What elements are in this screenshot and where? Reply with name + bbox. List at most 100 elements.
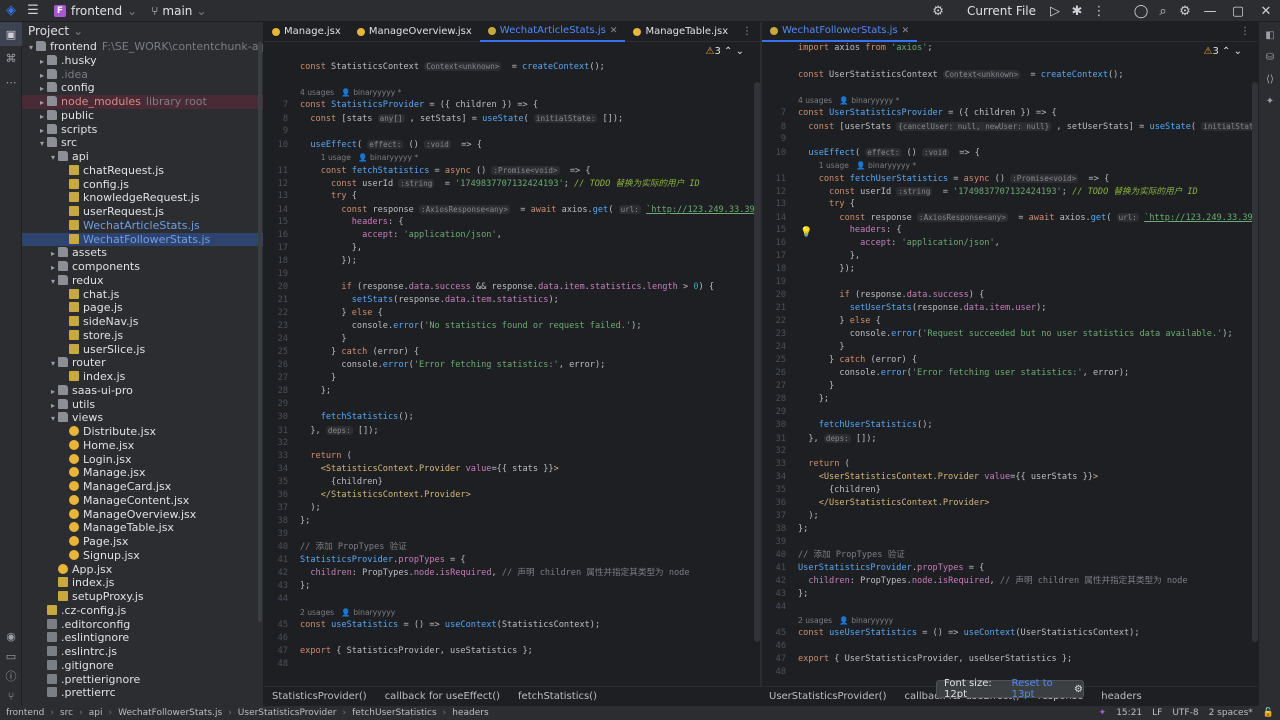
chevron-down-icon[interactable]: ▾ — [48, 275, 58, 288]
code-line[interactable]: 16 accept: 'application/json', — [264, 229, 502, 242]
code-line[interactable]: import axios from 'axios'; — [762, 42, 933, 55]
branch-selector[interactable]: ⑂ main ⌄ — [151, 4, 206, 18]
tree-scrollbar[interactable] — [258, 42, 262, 622]
code-line[interactable]: 20 if (response.data.success) { — [762, 289, 985, 302]
code-line[interactable]: 47 export { UserStatisticsProvider, useUs… — [762, 653, 1073, 666]
indent-setting[interactable]: 2 spaces* — [1209, 708, 1253, 718]
code-line[interactable]: 40// 添加 PropTypes 验证 — [762, 549, 905, 562]
code-line[interactable]: 36 </UserStatisticsContext.Provider> — [762, 497, 990, 510]
tree-item[interactable]: .gitignore — [22, 659, 263, 673]
tree-item[interactable]: ▾ views — [22, 411, 263, 425]
code-with-me-icon[interactable]: ⟨⟩ — [1259, 68, 1280, 90]
code-line[interactable]: 37 ); — [762, 510, 819, 523]
close-icon[interactable]: ✕ — [1252, 0, 1280, 22]
code-line[interactable]: 34 <UserStatisticsContext.Provider value… — [762, 471, 1099, 484]
code-line[interactable]: 15 headers: { — [264, 216, 404, 229]
code-line[interactable]: 23 console.error('Request succeeded but … — [762, 328, 1233, 341]
code-line[interactable]: 43}; — [264, 580, 311, 593]
code-line[interactable]: 46 — [264, 632, 300, 645]
editor-tab[interactable]: WechatFollowerStats.js ✕ — [762, 22, 918, 42]
code-line[interactable]: 42 children: PropTypes.node.isRequired, … — [762, 575, 1188, 588]
tree-item[interactable]: userSlice.js — [22, 343, 263, 357]
main-menu-icon[interactable]: ☰ — [22, 0, 44, 22]
chevron-right-icon[interactable]: ▸ — [37, 124, 47, 137]
chevron-right-icon[interactable]: ▸ — [37, 110, 47, 123]
code-line[interactable]: 36 </StatisticsContext.Provider> — [264, 489, 471, 502]
code-line[interactable]: 32 — [762, 445, 798, 458]
lock-icon[interactable]: 🔓 — [1263, 708, 1274, 718]
code-line[interactable]: 13 try { — [264, 190, 357, 203]
code-line[interactable]: 17 }, — [762, 250, 860, 263]
code-line[interactable]: 16 accept: 'application/json', — [762, 237, 1000, 250]
code-line[interactable]: 4 usages 👤 binaryyyyy * — [264, 86, 401, 99]
code-line[interactable]: 29 — [264, 398, 300, 411]
tree-item[interactable]: Distribute.jsx — [22, 425, 263, 439]
file-encoding[interactable]: UTF-8 — [1172, 708, 1198, 718]
ai-status-icon[interactable]: ✦ — [1099, 708, 1107, 718]
code-line[interactable]: 31 }, deps: []); — [762, 432, 877, 445]
code-line[interactable]: 32 — [264, 437, 300, 450]
code-line[interactable]: 12 const userId :string = '1749837707132… — [264, 177, 700, 190]
code-line[interactable]: 44 — [264, 593, 300, 606]
status-path-item[interactable]: headers — [452, 708, 488, 718]
code-line[interactable]: 27 } — [762, 380, 835, 393]
code-line[interactable]: 4 usages 👤 binaryyyyy * — [762, 94, 899, 107]
code-line[interactable]: 13 try { — [762, 198, 855, 211]
code-line[interactable]: 29 — [762, 406, 798, 419]
tree-item[interactable]: Login.jsx — [22, 453, 263, 467]
ai-assistant-icon[interactable]: ✦ — [1259, 90, 1280, 112]
tree-item[interactable]: Signup.jsx — [22, 549, 263, 563]
tree-item[interactable]: ▸ components — [22, 260, 263, 274]
debug-config-icon[interactable]: ⚙ — [927, 0, 949, 22]
code-line[interactable]: 27 } — [264, 372, 337, 385]
code-line[interactable]: 11 const fetchUserStatistics = async () … — [762, 172, 1109, 185]
status-path-item[interactable]: WechatFollowerStats.js — [118, 708, 222, 718]
code-line[interactable]: 2 usages 👤 binaryyyyy — [762, 614, 893, 627]
tree-item[interactable]: ▸ scripts — [22, 123, 263, 137]
chevron-down-icon[interactable]: ▾ — [26, 41, 36, 54]
minimize-icon[interactable]: — — [1196, 0, 1224, 22]
code-line[interactable]: 14 const response :AxiosResponse<any> = … — [264, 203, 760, 216]
code-line[interactable]: 35 {children} — [762, 484, 881, 497]
status-path-item[interactable]: fetchUserStatistics — [352, 708, 437, 718]
editor-tab[interactable]: ManageTable.jsx — [625, 22, 736, 42]
code-line[interactable] — [762, 55, 798, 68]
code-line[interactable]: 19 — [264, 268, 300, 281]
tree-item[interactable]: page.js — [22, 301, 263, 315]
status-path-item[interactable]: frontend — [6, 708, 44, 718]
tree-item[interactable]: config.js — [22, 178, 263, 192]
tree-item[interactable]: ▸ public — [22, 109, 263, 123]
code-line[interactable]: 41 StatisticsProvider.propTypes = { — [264, 554, 466, 567]
inspection-indicator[interactable]: ⚠3 ⌃ ⌄ — [706, 46, 744, 57]
right-code[interactable]: import axios from 'axios'; const UserStat… — [762, 42, 1258, 686]
chevron-right-icon[interactable]: ▸ — [48, 247, 58, 260]
code-line[interactable]: 26 console.error('Error fetching user st… — [762, 367, 1130, 380]
code-line[interactable]: 1 usage 👤 binaryyyyy * — [762, 159, 916, 172]
tree-item[interactable]: .eslintrc.js — [22, 645, 263, 659]
code-line[interactable]: 30 fetchStatistics(); — [264, 411, 414, 424]
tree-item[interactable]: ▸ saas-ui-pro — [22, 384, 263, 398]
run-icon[interactable]: ▷ — [1044, 0, 1066, 22]
more-icon[interactable]: ⋮ — [1088, 0, 1110, 22]
breadcrumb-item[interactable]: StatisticsProvider() — [272, 691, 367, 702]
project-tool-icon[interactable]: ▣ — [0, 22, 22, 46]
search-icon[interactable]: ⌕ — [1152, 0, 1174, 22]
code-line[interactable]: 22 } else { — [762, 315, 881, 328]
code-line[interactable]: 45 const useStatistics = () => useContext… — [264, 619, 601, 632]
tree-item[interactable]: knowledgeRequest.js — [22, 191, 263, 205]
tree-item[interactable]: Manage.jsx — [22, 466, 263, 480]
status-path-item[interactable]: src — [60, 708, 73, 718]
code-line[interactable]: 12 const userId :string = '1749837707132… — [762, 185, 1198, 198]
tree-item[interactable]: ▸ node_modules library root — [22, 95, 263, 109]
database-icon[interactable]: ⛁ — [1259, 46, 1280, 68]
tree-item[interactable]: store.js — [22, 329, 263, 343]
tree-item[interactable]: .editorconfig — [22, 618, 263, 632]
structure-tool-icon[interactable]: ⌘ — [0, 46, 22, 70]
tree-item[interactable]: .eslintignore — [22, 631, 263, 645]
editor-tab[interactable]: Manage.jsx — [264, 22, 349, 42]
tree-item[interactable]: ManageContent.jsx — [22, 494, 263, 508]
notifications-icon[interactable]: ◧ — [1259, 24, 1280, 46]
chevron-down-icon[interactable]: ▾ — [37, 137, 47, 150]
tree-item[interactable]: userRequest.js — [22, 205, 263, 219]
code-line[interactable]: 1 usage 👤 binaryyyyy * — [264, 151, 418, 164]
